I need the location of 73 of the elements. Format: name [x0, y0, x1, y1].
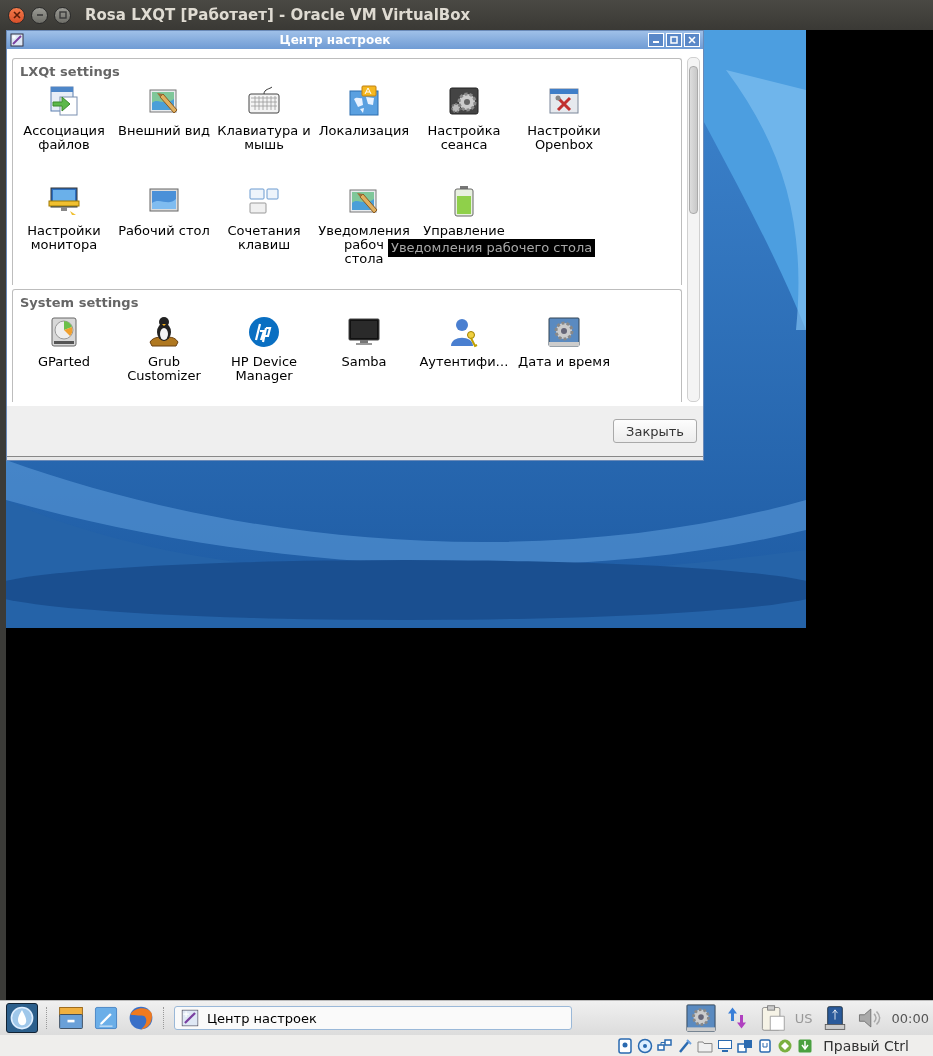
tools-icon[interactable] [548, 85, 580, 117]
optical-disc-icon[interactable] [637, 1037, 654, 1054]
download-icon[interactable] [797, 1037, 814, 1054]
file-arrow-icon[interactable] [48, 85, 80, 117]
gear-icon[interactable] [448, 85, 480, 117]
item-label[interactable]: Сочетания [227, 224, 301, 238]
tooltip: Уведомления рабочего стола [388, 239, 596, 257]
start-button[interactable] [6, 1003, 38, 1033]
window-title: Rosa LXQT [Работает] - Oracle VM VirtualBox [85, 6, 471, 24]
monitor-icon[interactable] [48, 185, 80, 217]
item-label[interactable]: сеанса [440, 138, 488, 152]
globe-icon[interactable] [127, 1004, 155, 1032]
item-label[interactable]: Управление [423, 224, 505, 238]
usb-icon[interactable] [677, 1037, 694, 1054]
item-label[interactable]: Настройка [427, 124, 501, 138]
windows-icon[interactable] [737, 1037, 754, 1054]
item-label[interactable]: рабоч [344, 238, 384, 252]
item-label[interactable]: Samba [341, 355, 387, 369]
scrollbar[interactable] [687, 57, 700, 402]
item-label[interactable]: Локализация [318, 124, 410, 138]
item-label[interactable]: стола [344, 252, 384, 266]
item-label[interactable]: Внешний вид [118, 124, 210, 138]
group-heading: System settings [19, 295, 140, 311]
scrollbar-thumb[interactable] [689, 66, 698, 214]
notepad-icon[interactable] [93, 1005, 119, 1031]
maximize-button[interactable] [54, 6, 71, 24]
close-button[interactable]: Закрыть [613, 419, 697, 443]
gear-panel-icon[interactable] [548, 316, 580, 348]
settings-app-icon [10, 33, 24, 47]
maximize-icon [670, 36, 678, 44]
task-button[interactable]: Центр настроек [174, 1006, 572, 1030]
item-label[interactable]: GParted [38, 355, 90, 369]
item-label[interactable]: клавиш [237, 238, 291, 252]
speaker-icon[interactable] [856, 1005, 883, 1031]
user-key-icon[interactable] [448, 316, 480, 348]
close-button[interactable] [8, 6, 25, 24]
chip-icon[interactable] [757, 1037, 774, 1054]
display-icon[interactable] [717, 1037, 734, 1054]
gear-panel-icon[interactable] [685, 1003, 716, 1033]
maximize-icon [57, 10, 68, 20]
clock[interactable]: 00:00 [891, 1010, 929, 1026]
item-label[interactable]: Ассоциация [23, 124, 105, 138]
item-label[interactable]: Настройки [27, 224, 101, 238]
file-cabinet-icon[interactable] [57, 1004, 85, 1032]
close-icon [11, 10, 22, 20]
item-label[interactable]: Дата и время [518, 355, 610, 369]
drop-icon [9, 1005, 35, 1031]
map-icon[interactable] [348, 85, 380, 117]
item-label[interactable]: HP Device [230, 355, 298, 369]
item-label[interactable]: Customizer [127, 369, 201, 383]
screen-icon[interactable] [348, 316, 380, 348]
item-label[interactable]: Manager [235, 369, 293, 383]
host-key-label: Правый Ctrl [823, 1037, 909, 1054]
item-label[interactable]: мышь [244, 138, 284, 152]
keyboard-icon[interactable] [248, 85, 280, 117]
item-label[interactable]: Клавиатура и [217, 124, 311, 138]
close-icon [688, 36, 696, 44]
hard-drive-icon[interactable] [48, 316, 80, 348]
item-label[interactable]: Настройки [527, 124, 601, 138]
item-label[interactable]: Openbox [534, 138, 594, 152]
item-label[interactable]: Рабочий стол [118, 224, 210, 238]
item-label[interactable]: Grub [148, 355, 180, 369]
item-label[interactable]: монитора [30, 238, 98, 252]
item-label[interactable]: Уведомления [318, 224, 410, 238]
settings-app-icon [181, 1009, 199, 1027]
minimize-button[interactable] [31, 6, 48, 24]
network-icon[interactable] [657, 1037, 674, 1054]
logo-icon[interactable] [248, 316, 280, 348]
item-label[interactable]: файлов [38, 138, 90, 152]
item-label[interactable]: Аутентифи… [419, 355, 509, 369]
group-heading: LXQt settings [19, 64, 121, 80]
dialog-title: Центр настроек [278, 33, 392, 47]
penguin-icon[interactable] [148, 316, 180, 348]
